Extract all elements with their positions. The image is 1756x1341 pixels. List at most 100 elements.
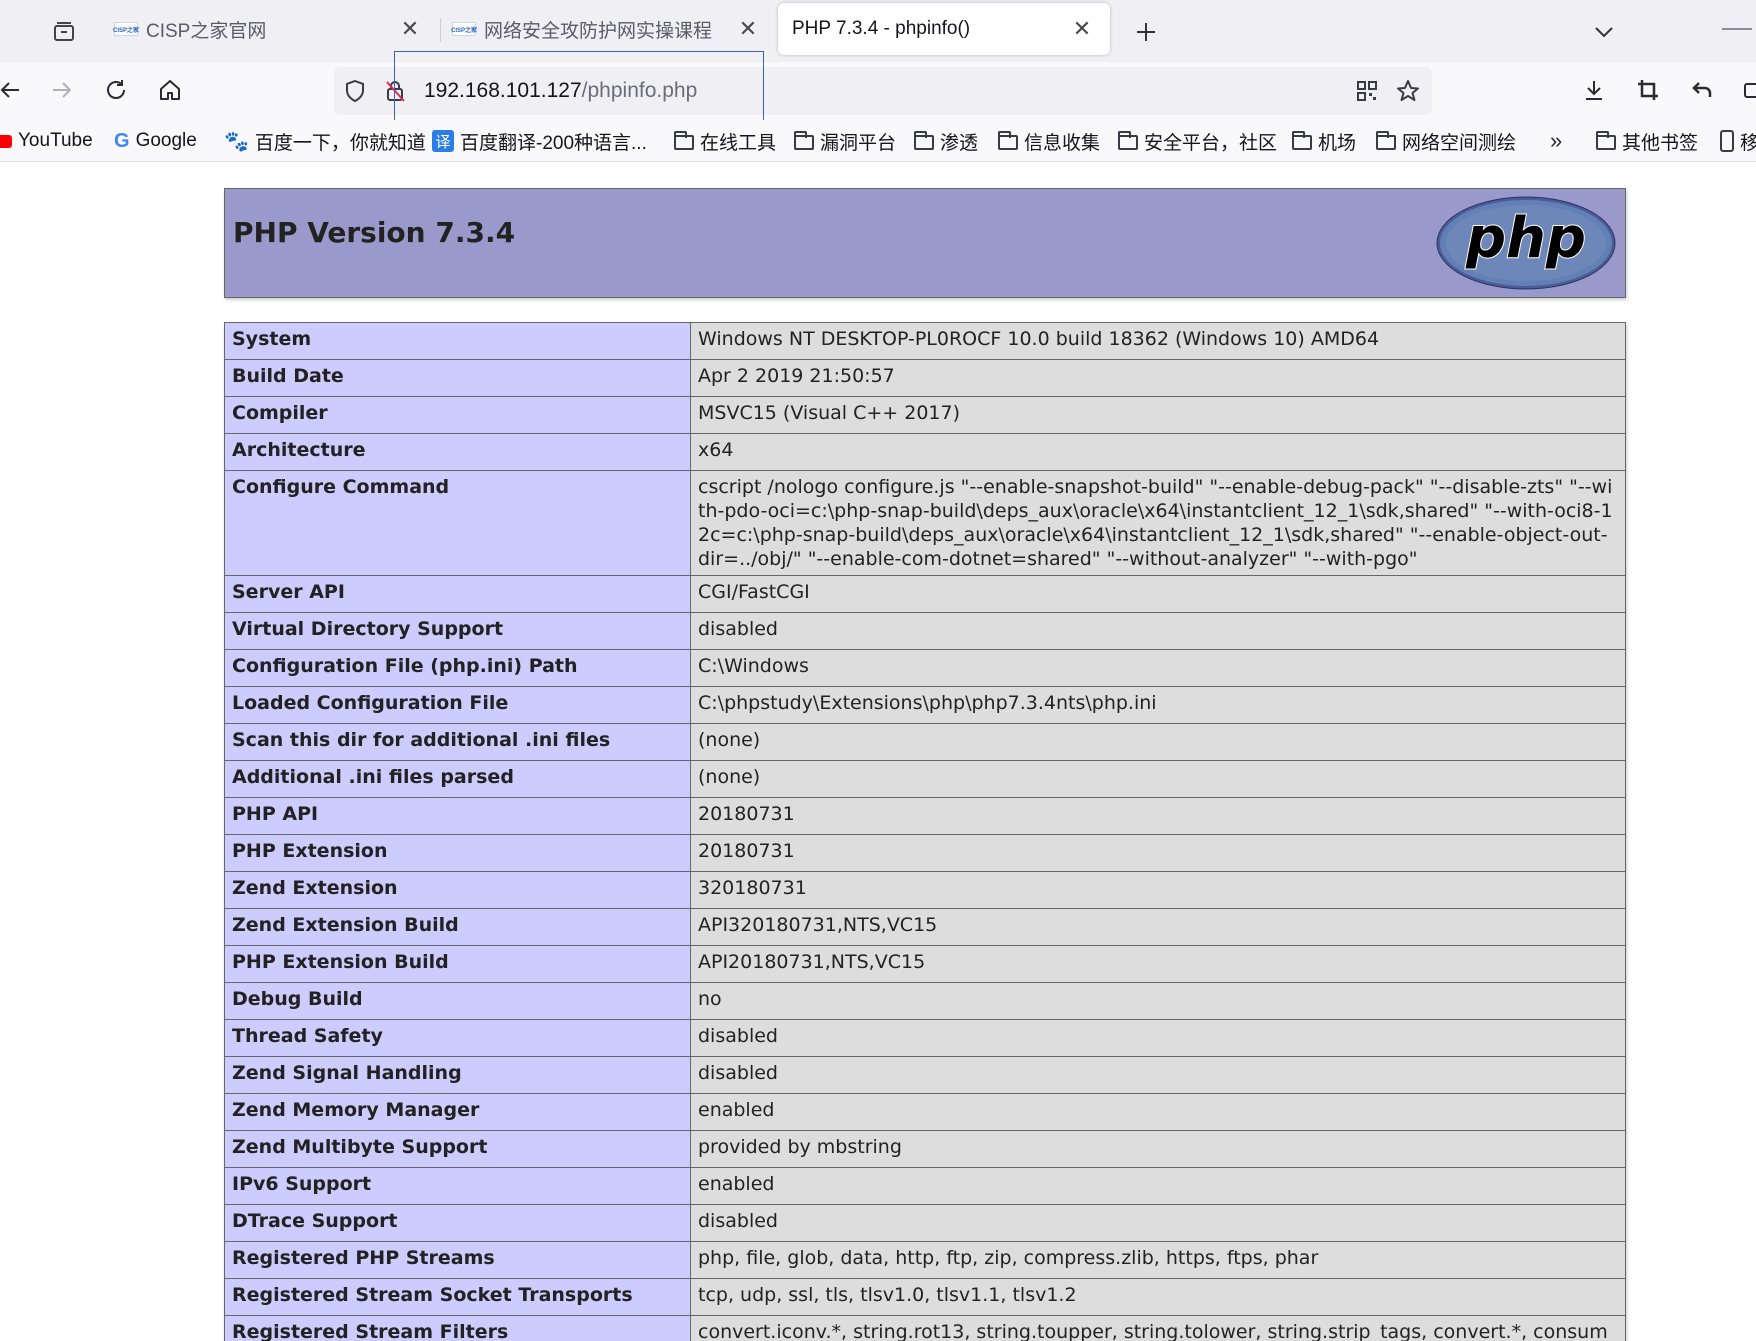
address-bar[interactable]: 192.168.101.127/phpinfo.php (334, 67, 1432, 115)
table-row: Zend Memory Manager enabled (224, 1093, 1626, 1131)
url-path: /phpinfo.php (581, 79, 698, 102)
row-key: Scan this dir for additional .ini files (224, 723, 691, 761)
row-key: Registered PHP Streams (224, 1241, 691, 1279)
row-key: System (224, 322, 691, 360)
close-tab-icon[interactable]: ✕ (1068, 15, 1096, 43)
plus-icon (1137, 23, 1155, 41)
row-key: Build Date (224, 359, 691, 397)
bookmark-star-icon[interactable] (1392, 75, 1424, 107)
reload-button[interactable] (96, 70, 136, 110)
row-value: tcp, udp, ssl, tls, tlsv1.0, tlsv1.1, tl… (690, 1278, 1626, 1316)
bookmark-folder-vuln[interactable]: 漏洞平台 (794, 128, 896, 154)
table-row: Scan this dir for additional .ini files(… (224, 723, 1626, 761)
page-content: PHP Version 7.3.4 php System Windows NT D… (0, 163, 1756, 1341)
navigation-toolbar: 192.168.101.127/phpinfo.php (0, 51, 1756, 121)
home-button[interactable] (150, 70, 190, 110)
row-key: Additional .ini files parsed (224, 760, 691, 798)
cisp-favicon-icon: CISP之家 (451, 22, 477, 36)
bookmark-mobile[interactable]: 移 (1720, 128, 1756, 154)
row-value: disabled (690, 1204, 1626, 1242)
back-button[interactable] (0, 70, 30, 110)
insecure-lock-icon[interactable] (379, 75, 411, 107)
crop-icon (1638, 80, 1658, 100)
row-key: Architecture (224, 433, 691, 471)
forward-button[interactable] (42, 70, 82, 110)
tab-cisp-home[interactable]: CISP之家 CISP之家官网 ✕ (100, 3, 438, 55)
close-tab-icon[interactable]: ✕ (396, 15, 424, 43)
row-value: Windows NT DESKTOP-PL0ROCF 10.0 build 18… (690, 322, 1626, 360)
bookmark-folder-airport[interactable]: 机场 (1292, 128, 1356, 154)
table-row: Loaded Configuration File C:\phpstudy\Ext… (224, 686, 1626, 724)
row-value: provided by mbstring (690, 1130, 1626, 1168)
table-row: Zend Extension 320180731 (224, 871, 1626, 909)
extensions-button[interactable] (1732, 70, 1756, 110)
bookmark-label: 移 (1740, 132, 1756, 154)
row-value: php, file, glob, data, http, ftp, zip, c… (690, 1241, 1626, 1279)
php-logo-text: php (1465, 206, 1586, 271)
undo-arrow-icon (1692, 82, 1712, 97)
tab-course[interactable]: CISP之家 网络安全攻防护网实操课程 ✕ (438, 3, 776, 55)
table-row: Registered PHP Streams php, file, glob, d… (224, 1241, 1626, 1279)
tracking-protection-shield-icon[interactable] (339, 75, 371, 107)
row-value: convert.iconv.*, string.rot13, string.to… (690, 1315, 1626, 1341)
undo-close-tab-button[interactable] (1682, 70, 1722, 110)
row-value: 20180731 (690, 834, 1626, 872)
puzzle-icon (1744, 83, 1756, 98)
downloads-button[interactable] (1574, 70, 1614, 110)
row-key: Virtual Directory Support (224, 612, 691, 650)
row-key: Configuration File (php.ini) Path (224, 649, 691, 687)
bookmark-youtube[interactable]: YouTube (0, 128, 93, 154)
close-tab-icon[interactable]: ✕ (734, 15, 762, 43)
more-bookmarks-chevron-icon[interactable]: » (1550, 128, 1562, 154)
table-row: Compiler MSVC15 (Visual C++ 2017) (224, 396, 1626, 434)
bookmark-label: 百度翻译-200种语言... (460, 132, 647, 154)
tab-phpinfo[interactable]: PHP 7.3.4 - phpinfo() ✕ (778, 3, 1110, 55)
bookmark-google[interactable]: G Google (114, 128, 197, 154)
row-key: PHP Extension Build (224, 945, 691, 983)
row-value: no (690, 982, 1626, 1020)
minimize-button[interactable] (1722, 28, 1752, 30)
bookmark-folder-tools[interactable]: 在线工具 (674, 128, 776, 154)
row-key: Zend Memory Manager (224, 1093, 691, 1131)
row-key: Zend Multibyte Support (224, 1130, 691, 1168)
bookmark-folder-pentest[interactable]: 渗透 (914, 128, 978, 154)
bookmark-baidu[interactable]: 🐾 百度一下，你就知道 (224, 128, 426, 154)
row-key: Zend Extension Build (224, 908, 691, 946)
qr-code-icon[interactable] (1351, 75, 1383, 107)
table-row: Virtual Directory Support disabled (224, 612, 1626, 650)
new-tab-button[interactable] (1126, 12, 1166, 52)
list-all-tabs-button[interactable] (1584, 12, 1624, 52)
screenshot-button[interactable] (1628, 70, 1668, 110)
firefox-view-button[interactable] (44, 12, 84, 52)
row-value: enabled (690, 1167, 1626, 1205)
bookmark-baidu-fanyi[interactable]: 译 百度翻译-200种语言... (432, 128, 647, 154)
bookmark-folder-security[interactable]: 安全平台，社区 (1118, 128, 1277, 154)
tab-title: PHP 7.3.4 - phpinfo() (792, 18, 971, 39)
youtube-icon (0, 134, 12, 148)
row-key: Registered Stream Socket Transports (224, 1278, 691, 1316)
baidu-paw-icon: 🐾 (224, 130, 249, 153)
bookmark-folder-recon[interactable]: 信息收集 (998, 128, 1100, 154)
row-value: C:\phpstudy\Extensions\php\php7.3.4nts\p… (690, 686, 1626, 724)
folder-icon (674, 131, 694, 150)
bookmark-folder-mapping[interactable]: 网络空间测绘 (1376, 128, 1516, 154)
php-logo-icon[interactable]: php (1435, 195, 1617, 291)
row-value: enabled (690, 1093, 1626, 1131)
bookmark-label: 机场 (1318, 132, 1357, 154)
row-key: Debug Build (224, 982, 691, 1020)
cisp-favicon-icon: CISP之家 (113, 22, 139, 36)
table-row: IPv6 Support enabled (224, 1167, 1626, 1205)
table-row: Zend Extension Build API320180731,NTS,VC1… (224, 908, 1626, 946)
bookmark-label: 网络空间测绘 (1402, 132, 1517, 154)
bookmark-label: 安全平台，社区 (1144, 132, 1278, 154)
url-text[interactable]: 192.168.101.127/phpinfo.php (424, 79, 697, 103)
reload-icon (107, 80, 125, 99)
url-host: 192.168.101.127 (424, 79, 582, 102)
tab-strip: CISP之家 CISP之家官网 ✕ CISP之家 网络安全攻防护网实操课程 ✕ … (0, 0, 1756, 62)
table-row: PHP Extension 20180731 (224, 834, 1626, 872)
bookmark-other[interactable]: 其他书签 (1596, 128, 1698, 154)
arrow-right-icon (53, 82, 72, 98)
row-key: PHP Extension (224, 834, 691, 872)
table-row: System Windows NT DESKTOP-PL0ROCF 10.0 bu… (224, 322, 1626, 360)
table-row: PHP Extension Build API20180731,NTS,VC15 (224, 945, 1626, 983)
